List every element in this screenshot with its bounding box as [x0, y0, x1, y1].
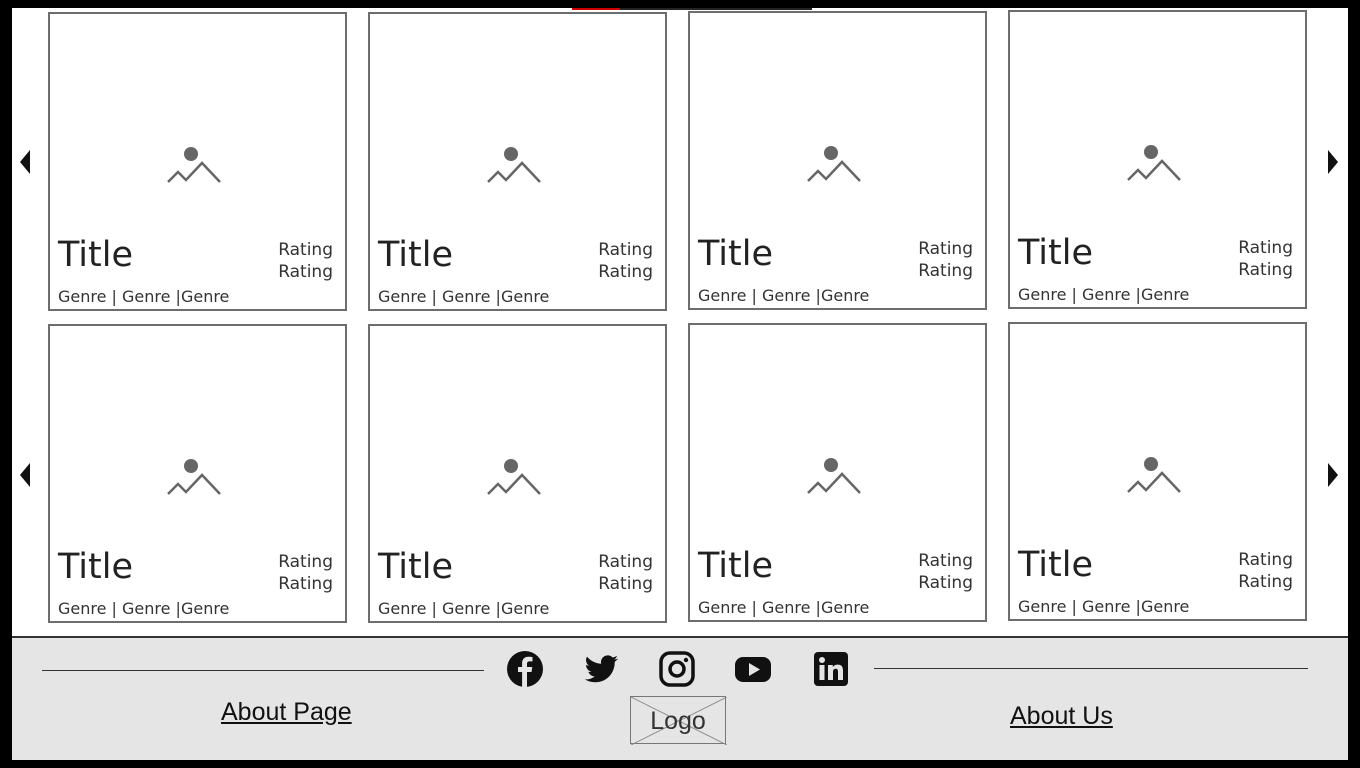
top-edge-bar: [572, 8, 812, 10]
movie-card[interactable]: Title Rating Rating Genre | Genre |Genre: [1008, 10, 1307, 309]
footer-divider-left: [42, 670, 484, 671]
card-rating: Rating: [1238, 572, 1293, 592]
row-2-next-button[interactable]: [1328, 463, 1338, 487]
movie-card[interactable]: Title Rating Rating Genre | Genre |Genre: [48, 12, 347, 311]
image-placeholder-icon: [487, 147, 541, 183]
app-frame: Title Rating Rating Genre | Genre |Genre…: [12, 8, 1348, 760]
image-placeholder-icon: [167, 147, 221, 183]
card-rating: Rating: [1238, 238, 1293, 258]
card-rating: Rating: [598, 262, 653, 282]
linkedin-icon[interactable]: [812, 650, 850, 688]
card-genres: Genre | Genre |Genre: [58, 287, 230, 306]
image-placeholder-icon: [1127, 145, 1181, 181]
about-page-link[interactable]: About Page: [221, 698, 352, 727]
card-rating: Rating: [278, 574, 333, 594]
card-title: Title: [698, 546, 774, 586]
about-us-link[interactable]: About Us: [1010, 702, 1113, 731]
card-title: Title: [378, 235, 454, 275]
youtube-icon[interactable]: [734, 650, 772, 688]
card-rating: Rating: [598, 240, 653, 260]
card-rating: Rating: [918, 573, 973, 593]
card-rating: Rating: [918, 551, 973, 571]
card-rating: Rating: [1238, 260, 1293, 280]
card-rating: Rating: [918, 261, 973, 281]
logo-label: Logo: [650, 707, 706, 735]
card-title: Title: [58, 235, 134, 275]
card-genres: Genre | Genre |Genre: [698, 598, 870, 617]
card-rating: Rating: [598, 552, 653, 572]
movie-card[interactable]: Title Rating Rating Genre | Genre |Genre: [1008, 322, 1307, 621]
image-placeholder-icon: [807, 146, 861, 182]
card-title: Title: [378, 547, 454, 587]
image-placeholder-icon: [167, 459, 221, 495]
card-rating: Rating: [278, 240, 333, 260]
footer: About Page About Us Logo: [12, 636, 1348, 760]
card-genres: Genre | Genre |Genre: [1018, 597, 1190, 616]
card-title: Title: [1018, 233, 1094, 273]
card-rating: Rating: [278, 262, 333, 282]
movie-card[interactable]: Title Rating Rating Genre | Genre |Genre: [48, 324, 347, 623]
card-genres: Genre | Genre |Genre: [378, 287, 550, 306]
image-placeholder-icon: [807, 458, 861, 494]
footer-divider-right: [874, 668, 1308, 669]
movie-card[interactable]: Title Rating Rating Genre | Genre |Genre: [688, 11, 987, 310]
card-genres: Genre | Genre |Genre: [58, 599, 230, 618]
card-rating: Rating: [598, 574, 653, 594]
movie-card[interactable]: Title Rating Rating Genre | Genre |Genre: [368, 324, 667, 623]
card-genres: Genre | Genre |Genre: [378, 599, 550, 618]
card-rating: Rating: [1238, 550, 1293, 570]
logo[interactable]: Logo: [630, 696, 727, 745]
movie-card[interactable]: Title Rating Rating Genre | Genre |Genre: [368, 12, 667, 311]
image-placeholder-icon: [1127, 457, 1181, 493]
twitter-icon[interactable]: [582, 650, 620, 688]
card-title: Title: [698, 234, 774, 274]
card-rating: Rating: [278, 552, 333, 572]
card-genres: Genre | Genre |Genre: [698, 286, 870, 305]
card-rating: Rating: [918, 239, 973, 259]
row-2-prev-button[interactable]: [20, 463, 30, 487]
row-1-prev-button[interactable]: [20, 150, 30, 174]
card-title: Title: [1018, 545, 1094, 585]
card-title: Title: [58, 547, 134, 587]
active-indicator: [572, 8, 620, 10]
row-1-next-button[interactable]: [1328, 150, 1338, 174]
image-placeholder-icon: [487, 459, 541, 495]
instagram-icon[interactable]: [658, 650, 696, 688]
card-genres: Genre | Genre |Genre: [1018, 285, 1190, 304]
facebook-icon[interactable]: [506, 650, 544, 688]
movie-card[interactable]: Title Rating Rating Genre | Genre |Genre: [688, 323, 987, 622]
